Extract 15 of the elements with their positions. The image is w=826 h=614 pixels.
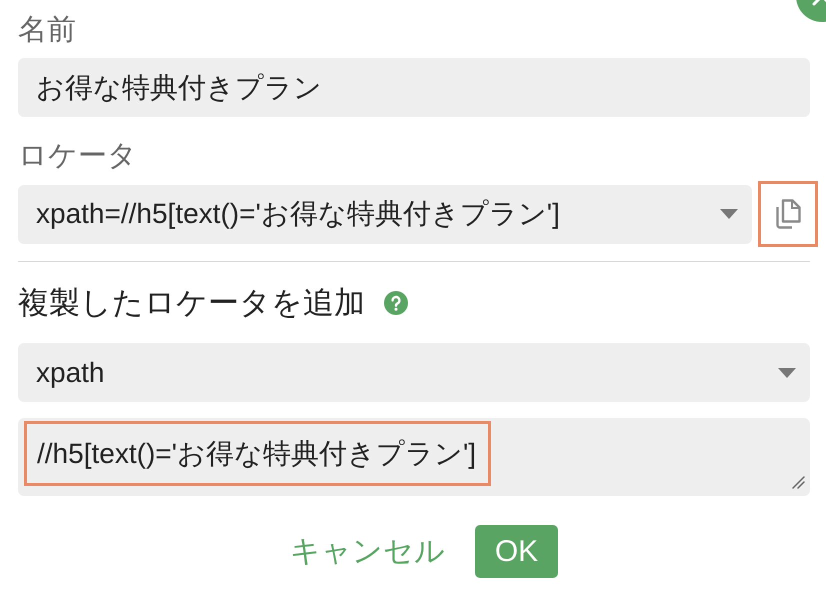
caret-icon — [778, 368, 796, 378]
caret-icon — [720, 209, 738, 219]
locator-select[interactable]: xpath=//h5[text()='お得な特典付きプラン'] — [18, 184, 752, 244]
name-input[interactable]: お得な特典付きプラン — [18, 58, 810, 117]
locator-type-select[interactable]: xpath — [18, 343, 810, 402]
copy-icon[interactable] — [774, 198, 802, 230]
locator-textarea[interactable]: //h5[text()='お得な特典付きプラン'] — [18, 418, 810, 496]
field-label: 名前 — [18, 14, 76, 47]
locator-text: //h5[text()='お得な特典付きプラン'] — [24, 421, 492, 486]
copy-button[interactable] — [758, 181, 818, 247]
field-label: ロケータ — [18, 140, 137, 173]
help-icon[interactable] — [384, 290, 408, 314]
close-button[interactable] — [796, 0, 826, 22]
section-heading: 複製したロケータを追加 — [18, 285, 365, 320]
resize-grip-icon[interactable] — [791, 475, 806, 490]
